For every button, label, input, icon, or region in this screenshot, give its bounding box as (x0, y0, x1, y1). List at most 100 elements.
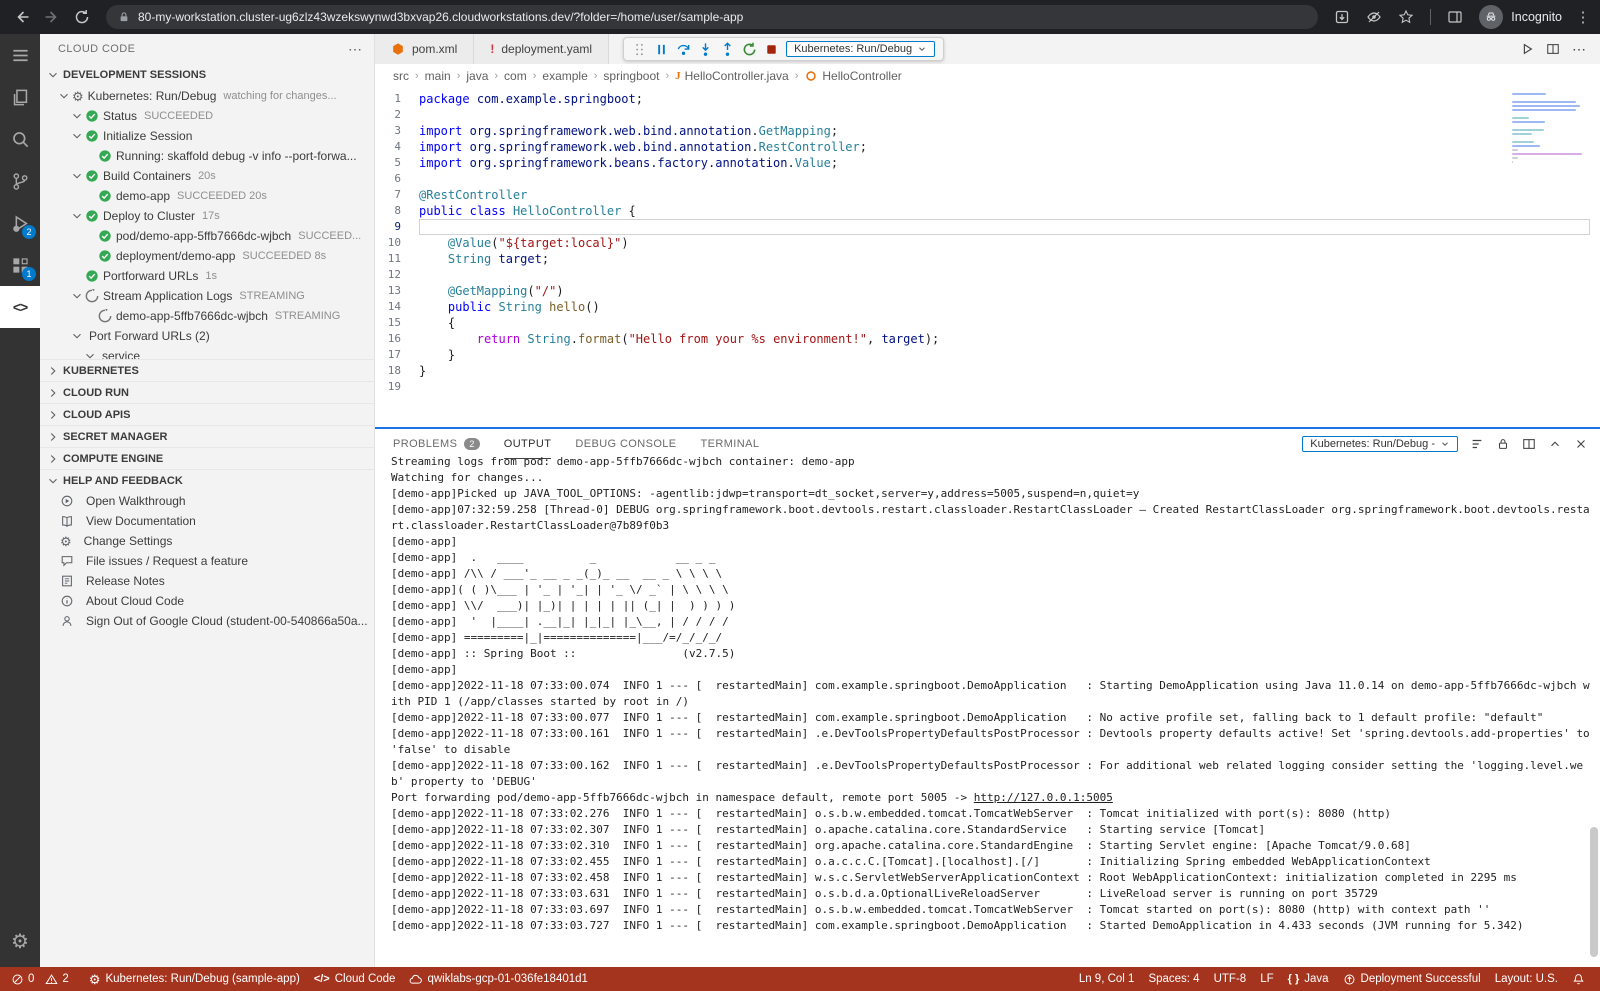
breadcrumb-item[interactable]: springboot (603, 69, 659, 83)
activity-run-debug[interactable]: 2 (0, 202, 40, 244)
side-panel-icon[interactable] (1441, 3, 1469, 31)
activity-settings[interactable]: ⚙ (0, 921, 40, 963)
tree-item[interactable]: deployment/demo-appSUCCEEDED 8s (40, 246, 374, 266)
section-compute-engine[interactable]: COMPUTE ENGINE (40, 447, 374, 469)
section-secret-manager[interactable]: SECRET MANAGER (40, 425, 374, 447)
pause-icon[interactable] (654, 42, 669, 57)
section-development-sessions[interactable]: DEVELOPMENT SESSIONS (40, 64, 374, 86)
tree-item[interactable]: demo-appSUCCEEDED 20s (40, 186, 374, 206)
incognito-avatar[interactable] (1479, 5, 1503, 29)
tree-item[interactable]: Initialize Session (40, 126, 374, 146)
minimap[interactable] (1512, 93, 1584, 169)
tab-pom[interactable]: pom.xml (375, 34, 474, 64)
tree-item[interactable]: Running: skaffold debug -v info --port-f… (40, 146, 374, 166)
tree-item[interactable]: pod/demo-app-5ffb7666dc-wjbchSUCCEED... (40, 226, 374, 246)
output-channel-dropdown[interactable]: Kubernetes: Run/Debug - (1302, 436, 1458, 452)
code-line[interactable]: 12 (375, 267, 1600, 283)
open-in-editor-icon[interactable] (1522, 437, 1536, 451)
code-line[interactable]: 13 @GetMapping("/") (375, 283, 1600, 299)
breadcrumb-item[interactable]: java (466, 69, 488, 83)
help-item[interactable]: ⚙Change Settings (40, 531, 374, 551)
activity-extensions[interactable]: 1 (0, 244, 40, 286)
tree-item[interactable]: Deploy to Cluster17s (40, 206, 374, 226)
breadcrumb-item[interactable]: com (504, 69, 527, 83)
breadcrumb-item[interactable]: JHelloController.java (675, 69, 789, 83)
help-item[interactable]: Sign Out of Google Cloud (student-00-540… (40, 611, 374, 631)
code-editor[interactable]: 1package com.example.springboot;23import… (375, 88, 1600, 427)
breadcrumb-item[interactable]: example (542, 69, 587, 83)
lock-scroll-icon[interactable] (1496, 437, 1510, 451)
code-line[interactable]: 4import org.springframework.web.bind.ann… (375, 139, 1600, 155)
code-line[interactable]: 14 public String hello() (375, 299, 1600, 315)
restart-icon[interactable] (742, 42, 757, 57)
refresh-icon[interactable] (68, 3, 96, 31)
more-actions-icon[interactable]: ⋯ (1572, 41, 1586, 58)
breadcrumb-item[interactable]: HelloController (804, 69, 901, 83)
tree-item[interactable]: demo-app-5ffb7666dc-wjbchSTREAMING (40, 306, 374, 326)
code-line[interactable]: 15 { (375, 315, 1600, 331)
code-line[interactable]: 9 (375, 219, 1600, 235)
section-help-and-feedback[interactable]: HELP AND FEEDBACK (40, 469, 374, 491)
close-panel-icon[interactable] (1574, 437, 1588, 451)
section-kubernetes[interactable]: KUBERNETES (40, 359, 374, 381)
help-item[interactable]: View Documentation (40, 511, 374, 531)
status-gcp-project[interactable]: qwiklabs-gcp-01-036fe18401d1 (402, 967, 594, 991)
code-line[interactable]: 10 @Value("${target:local}") (375, 235, 1600, 251)
section-cloud-run[interactable]: CLOUD RUN (40, 381, 374, 403)
activity-cloud-code[interactable]: <> (0, 286, 40, 328)
code-line[interactable]: 11 String target; (375, 251, 1600, 267)
status-cursor-position[interactable]: Ln 9, Col 1 (1072, 973, 1142, 985)
section-cloud-apis[interactable]: CLOUD APIS (40, 403, 374, 425)
tree-item[interactable]: Portforward URLs1s (40, 266, 374, 286)
breadcrumb-item[interactable]: src (393, 69, 409, 83)
port-forward-link[interactable]: http://127.0.0.1:5005 (974, 791, 1113, 804)
tree-item[interactable]: Port Forward URLs (2) (40, 326, 374, 346)
step-into-icon[interactable] (698, 42, 713, 57)
tree-item[interactable]: StatusSUCCEEDED (40, 106, 374, 126)
code-line[interactable]: 1package com.example.springboot; (375, 91, 1600, 107)
install-icon[interactable] (1328, 3, 1356, 31)
address-bar[interactable]: 80-my-workstation.cluster-ug6zlz43wzeksw… (106, 5, 1318, 29)
status-kubernetes-session[interactable]: ⚙Kubernetes: Run/Debug (sample-app) (82, 967, 307, 991)
run-icon[interactable] (1520, 42, 1534, 56)
split-editor-icon[interactable] (1546, 42, 1560, 56)
help-item[interactable]: About Cloud Code (40, 591, 374, 611)
clear-output-icon[interactable] (1470, 437, 1484, 451)
drag-grip-icon[interactable] (632, 42, 647, 57)
status-eol[interactable]: LF (1253, 973, 1280, 985)
code-line[interactable]: 2 (375, 107, 1600, 123)
step-out-icon[interactable] (720, 42, 735, 57)
help-item[interactable]: File issues / Request a feature (40, 551, 374, 571)
browser-menu-kebab-icon[interactable]: ⋮ (1574, 8, 1592, 26)
breadcrumb-item[interactable]: main (425, 69, 451, 83)
forward-icon[interactable] (38, 3, 66, 31)
bookmark-star-icon[interactable] (1392, 3, 1420, 31)
maximize-panel-icon[interactable] (1548, 437, 1562, 451)
activity-source-control[interactable] (0, 160, 40, 202)
code-line[interactable]: 18} (375, 363, 1600, 379)
tree-item[interactable]: Build Containers20s (40, 166, 374, 186)
debug-session-dropdown[interactable]: Kubernetes: Run/Debug (786, 41, 935, 57)
status-problems[interactable]: 02 (4, 967, 82, 991)
tree-item[interactable]: service (40, 346, 374, 359)
stop-icon[interactable] (764, 42, 779, 57)
code-line[interactable]: 6 (375, 171, 1600, 187)
help-item[interactable]: Open Walkthrough (40, 491, 374, 511)
tree-item[interactable]: ⚙Kubernetes: Run/Debugwatching for chang… (40, 86, 374, 106)
status-keyboard-layout[interactable]: Layout: U.S. (1488, 973, 1565, 985)
status-language-java[interactable]: { }Java (1281, 973, 1336, 985)
help-item[interactable]: Release Notes (40, 571, 374, 591)
status-deployment-status[interactable]: Deployment Successful (1336, 973, 1488, 986)
code-line[interactable]: 17 } (375, 347, 1600, 363)
tab-deployment[interactable]: !deployment.yaml (474, 34, 609, 64)
sidebar-more-icon[interactable]: ⋯ (348, 41, 362, 58)
step-over-icon[interactable] (676, 42, 691, 57)
tree-item[interactable]: Stream Application LogsSTREAMING (40, 286, 374, 306)
status-indentation[interactable]: Spaces: 4 (1141, 973, 1206, 985)
tracking-protection-icon[interactable] (1360, 3, 1388, 31)
status-notifications[interactable] (1565, 973, 1592, 986)
code-line[interactable]: 16 return String.format("Hello from your… (375, 331, 1600, 347)
code-line[interactable]: 19 (375, 379, 1600, 395)
activity-menu[interactable] (0, 34, 40, 76)
status-encoding[interactable]: UTF-8 (1207, 973, 1254, 985)
